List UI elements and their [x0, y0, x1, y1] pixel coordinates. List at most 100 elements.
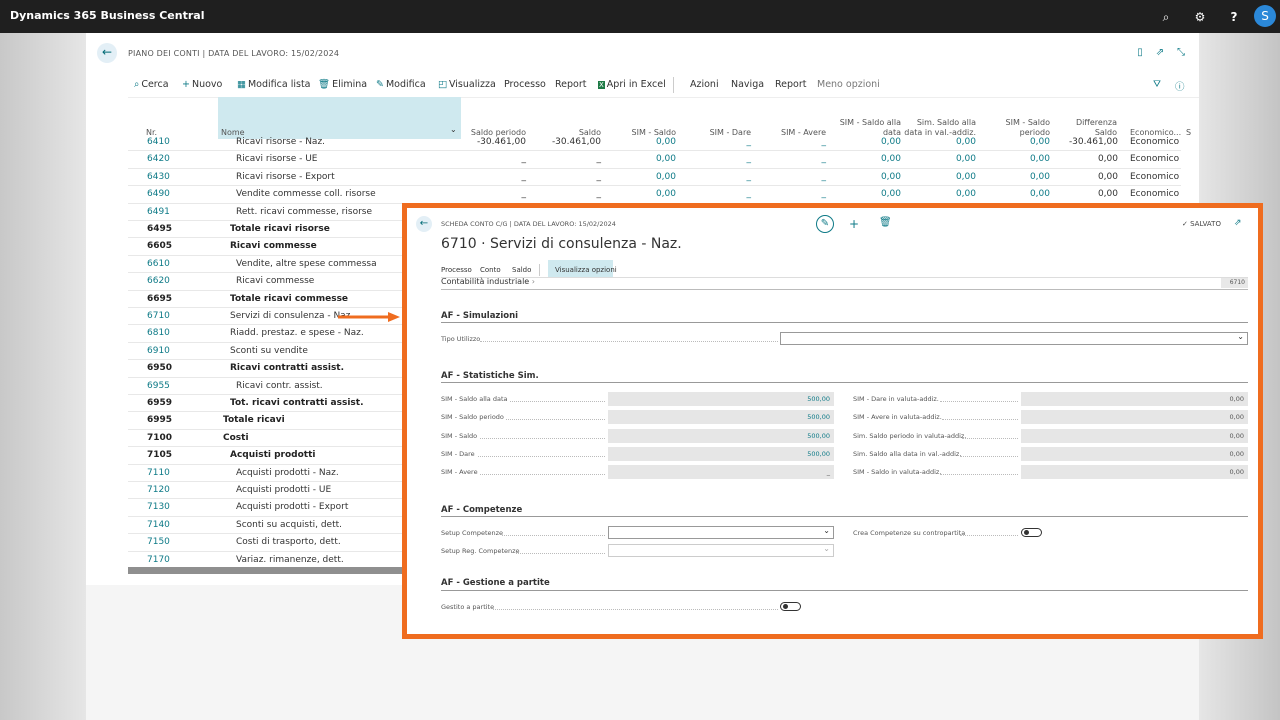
account-name: Costi: [223, 432, 249, 443]
account-number[interactable]: 7150: [147, 537, 170, 547]
edit-action[interactable]: ✎ Modifica: [376, 79, 426, 90]
account-name: Vendite commesse coll. risorse: [236, 189, 376, 200]
saved-status: ✓ SALVATO: [1182, 220, 1221, 228]
settings-icon[interactable]: ⚙: [1192, 9, 1208, 25]
account-name: Acquisti prodotti: [230, 450, 316, 461]
account-name: Totale ricavi commesse: [230, 293, 349, 304]
stat-value: 500,00: [608, 410, 834, 424]
help-icon[interactable]: ?: [1226, 9, 1242, 25]
account-number[interactable]: 6695: [147, 294, 172, 304]
back-button[interactable]: ←: [97, 43, 117, 63]
table-row[interactable]: 6420 Ricavi risorse - UE _ _ 0,00 _ _ 0,00 0,00 0…: [128, 151, 1181, 169]
edit-list-action[interactable]: ▦ Modifica lista: [237, 79, 311, 90]
account-number[interactable]: 6420: [147, 154, 170, 164]
section-partite-title[interactable]: AF - Gestione a partite: [441, 578, 550, 588]
filter-icon[interactable]: ⛛: [1153, 79, 1161, 90]
account-number[interactable]: 6955: [147, 381, 170, 391]
search-icon[interactable]: ⌕: [1158, 9, 1174, 25]
edit-list-icon: ▦: [237, 79, 246, 90]
fewer-options[interactable]: Meno opzioni: [817, 79, 880, 90]
edit-pencil-icon[interactable]: ✎: [816, 215, 834, 233]
account-number[interactable]: 6495: [147, 224, 172, 234]
section-divider: [441, 382, 1248, 383]
stat-label: SIM - Saldo periodo: [441, 413, 504, 421]
cell-sim-dare: _: [746, 137, 752, 147]
avatar[interactable]: S: [1254, 5, 1276, 27]
account-number[interactable]: 7100: [147, 433, 172, 443]
table-row[interactable]: 6410 Ricavi risorse - Naz. -30.461,00 -30.4…: [128, 134, 1181, 152]
process-action[interactable]: Processo: [504, 79, 546, 90]
account-number[interactable]: 6950: [147, 363, 172, 373]
table-row[interactable]: 6430 Ricavi risorse - Export _ _ 0,00 _ _ 0,00 0…: [128, 169, 1181, 187]
cell-saldo: _: [596, 189, 602, 200]
tipo-utilizzo-select[interactable]: ⌄: [780, 332, 1248, 345]
cell-saldo-periodo: -30.461,00: [476, 137, 526, 147]
info-icon[interactable]: ⓘ: [1175, 79, 1185, 93]
trash-icon[interactable]: 🗑: [879, 217, 892, 228]
cell-sim-avere: _: [821, 154, 827, 165]
contabilita-section[interactable]: Contabilità industriale ›: [441, 277, 535, 286]
crea-competenze-toggle[interactable]: [1021, 528, 1042, 537]
share-icon[interactable]: ⇗: [1153, 47, 1167, 61]
cell-diff: 0,00: [1097, 154, 1118, 165]
cell-diff: 0,00: [1097, 171, 1118, 182]
account-name: Riadd. prestaz. e spese - Naz.: [230, 328, 364, 339]
gestito-partite-toggle[interactable]: [780, 602, 801, 611]
account-number[interactable]: 7140: [147, 520, 170, 530]
account-name: Ricavi contratti assist.: [230, 363, 345, 374]
horizontal-scrollbar[interactable]: [128, 567, 408, 574]
account-number[interactable]: 6995: [147, 415, 172, 425]
bookmark-icon[interactable]: ▯: [1133, 47, 1147, 61]
excel-action[interactable]: X Apri in Excel: [598, 79, 666, 90]
tab-visualizza-opzioni[interactable]: Visualizza opzioni: [555, 266, 617, 274]
delete-action[interactable]: 🗑 Elimina: [318, 79, 367, 90]
cell-sim-avere: _: [821, 171, 827, 182]
dotted-leader: [480, 438, 605, 439]
account-number[interactable]: 6710: [147, 311, 170, 321]
search-action[interactable]: ⌕ Cerca: [134, 79, 169, 90]
account-name: Servizi di consulenza - Naz.: [230, 311, 354, 321]
account-number[interactable]: 6410: [147, 137, 170, 147]
actions-menu[interactable]: Azioni: [690, 79, 719, 90]
account-number[interactable]: 6959: [147, 398, 172, 408]
col-s[interactable]: S: [1186, 112, 1196, 138]
account-number[interactable]: 7120: [147, 485, 170, 495]
cell-sim-saldo: 0,00: [655, 189, 676, 200]
plus-icon[interactable]: +: [849, 217, 859, 231]
account-number[interactable]: 7170: [147, 555, 170, 565]
tab-processo[interactable]: Processo: [441, 266, 472, 274]
cell-saldo: _: [596, 171, 602, 182]
account-number[interactable]: 6620: [147, 276, 170, 286]
account-number[interactable]: 7110: [147, 468, 170, 478]
action-bar: ⌕ Cerca + Nuovo ▦ Modifica lista 🗑 Elimina ✎…: [128, 71, 1199, 98]
section-statistiche-title[interactable]: AF - Statistiche Sim.: [441, 371, 539, 381]
account-number[interactable]: 6490: [147, 189, 170, 199]
cell-sim-per: 0,00: [1029, 154, 1050, 165]
account-number[interactable]: 6430: [147, 172, 170, 182]
account-number[interactable]: 6491: [147, 207, 170, 217]
setup-competenze-select[interactable]: ⌄: [608, 526, 834, 539]
report-action[interactable]: Report: [555, 79, 587, 90]
tab-saldo[interactable]: Saldo: [512, 266, 531, 274]
account-number[interactable]: 6605: [147, 241, 172, 251]
table-row[interactable]: 6490 Vendite commesse coll. risorse _ _ 0,00…: [128, 186, 1181, 204]
collapse-icon[interactable]: ⤡: [1174, 47, 1188, 61]
setup-reg-competenze-label: Setup Reg. Competenze: [441, 547, 520, 555]
section-simulazioni-title[interactable]: AF - Simulazioni: [441, 311, 518, 321]
navigate-menu[interactable]: Naviga: [731, 79, 764, 90]
report-menu[interactable]: Report: [775, 79, 807, 90]
tipo-utilizzo-label: Tipo Utilizzo: [441, 335, 481, 343]
tab-conto[interactable]: Conto: [480, 266, 501, 274]
account-number[interactable]: 6910: [147, 346, 170, 356]
account-number[interactable]: 7130: [147, 502, 170, 512]
share-icon[interactable]: ⇗: [1234, 218, 1242, 228]
account-number[interactable]: 6810: [147, 328, 170, 338]
account-number[interactable]: 6610: [147, 259, 170, 269]
setup-reg-competenze-select[interactable]: ⌄: [608, 544, 834, 557]
card-back-button[interactable]: ←: [416, 216, 432, 232]
new-action[interactable]: + Nuovo: [182, 79, 222, 90]
account-number[interactable]: 7105: [147, 450, 172, 460]
dotted-leader: [960, 535, 1018, 536]
view-action[interactable]: ◰ Visualizza: [438, 79, 496, 90]
section-competenze-title[interactable]: AF - Competenze: [441, 505, 522, 515]
